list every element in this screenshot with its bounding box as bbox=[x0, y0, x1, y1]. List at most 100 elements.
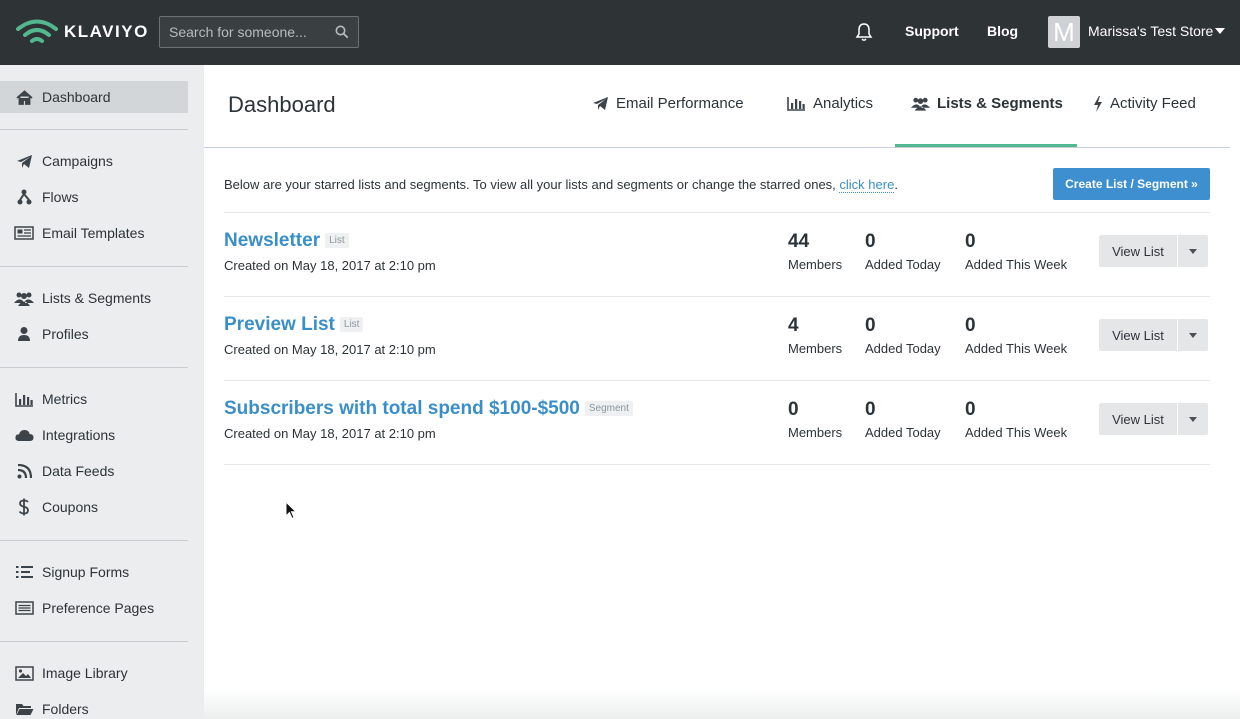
view-list-button[interactable]: View List bbox=[1099, 319, 1177, 351]
members-label: Members bbox=[788, 341, 843, 356]
tab-activity-feed[interactable]: Activity Feed bbox=[1093, 95, 1196, 112]
sidebar-divider bbox=[0, 129, 188, 130]
sidebar-item-label: Image Library bbox=[42, 665, 128, 681]
tab-label: Email Performance bbox=[616, 95, 744, 112]
tab-lists-segments[interactable]: Lists & Segments bbox=[911, 95, 1063, 112]
search-box bbox=[159, 16, 359, 48]
logo-text: KLAVIYO bbox=[64, 22, 149, 41]
sidebar-item-label: Profiles bbox=[42, 326, 89, 342]
list-item: Preview List List Created on May 18, 2017… bbox=[224, 297, 1210, 381]
added-today-count: 0 bbox=[865, 231, 876, 252]
page-title: Dashboard bbox=[228, 92, 336, 117]
blog-link[interactable]: Blog bbox=[987, 23, 1018, 39]
sidebar-item-label: Preference Pages bbox=[42, 600, 155, 616]
added-week-label: Added This Week bbox=[965, 341, 1068, 356]
list-name-text[interactable]: Preview List bbox=[224, 314, 335, 335]
sidebar: Dashboard Campaigns Flows Email Template… bbox=[0, 65, 204, 719]
added-today-stat: 0 Added Today bbox=[865, 399, 941, 440]
bell-icon[interactable] bbox=[855, 22, 873, 42]
added-week-label: Added This Week bbox=[965, 257, 1068, 272]
caret-down-icon bbox=[1189, 248, 1197, 254]
avatar[interactable]: M bbox=[1048, 16, 1080, 48]
intro-text-body: Below are your starred lists and segment… bbox=[224, 177, 840, 192]
sidebar-divider bbox=[0, 266, 188, 267]
sidebar-item-dashboard[interactable]: Dashboard bbox=[0, 81, 188, 113]
sidebar-item-profiles[interactable]: Profiles bbox=[0, 318, 188, 350]
added-today-label: Added Today bbox=[865, 425, 941, 440]
sidebar-divider bbox=[0, 641, 188, 642]
sidebar-item-image-library[interactable]: Image Library bbox=[0, 657, 188, 689]
tab-email-performance[interactable]: Email Performance bbox=[592, 95, 744, 112]
sidebar-item-coupons[interactable]: Coupons bbox=[0, 491, 188, 523]
added-today-stat: 0 Added Today bbox=[865, 231, 941, 272]
sidebar-item-label: Campaigns bbox=[42, 153, 113, 169]
tab-label: Lists & Segments bbox=[937, 95, 1063, 112]
list-name-text[interactable]: Subscribers with total spend $100-$500 bbox=[224, 398, 580, 419]
sidebar-item-lists-segments[interactable]: Lists & Segments bbox=[0, 282, 188, 314]
members-count: 0 bbox=[788, 399, 799, 420]
sidebar-item-preference-pages[interactable]: Preference Pages bbox=[0, 592, 188, 624]
list-name[interactable]: Subscribers with total spend $100-$500 Se… bbox=[224, 398, 633, 420]
klaviyo-logo[interactable]: KLAVIYO bbox=[16, 18, 149, 46]
paper-plane-icon bbox=[593, 97, 608, 110]
members-stat: 0 Members bbox=[788, 399, 842, 440]
caret-down-icon bbox=[1189, 416, 1197, 422]
search-input[interactable] bbox=[160, 24, 330, 40]
view-list-button[interactable]: View List bbox=[1099, 235, 1177, 267]
list-name[interactable]: Preview List List bbox=[224, 314, 364, 336]
sidebar-item-label: Integrations bbox=[42, 427, 116, 443]
sidebar-divider bbox=[0, 540, 188, 541]
view-list-button[interactable]: View List bbox=[1099, 403, 1177, 435]
user-icon bbox=[0, 326, 42, 342]
sidebar-item-folders[interactable]: Folders bbox=[0, 693, 188, 719]
sidebar-item-label: Email Templates bbox=[42, 225, 145, 241]
create-list-segment-button[interactable]: Create List / Segment » bbox=[1053, 168, 1210, 200]
members-count: 44 bbox=[788, 231, 810, 252]
created-date: Created on May 18, 2017 at 2:10 pm bbox=[224, 342, 436, 357]
sidebar-item-label: Lists & Segments bbox=[42, 290, 151, 306]
mouse-cursor-icon bbox=[285, 501, 297, 520]
image-icon bbox=[0, 665, 42, 681]
view-list-dropdown-button[interactable] bbox=[1178, 319, 1208, 351]
paper-plane-icon bbox=[0, 154, 42, 169]
cloud-icon bbox=[0, 429, 42, 442]
added-today-label: Added Today bbox=[865, 257, 941, 272]
search-icon[interactable] bbox=[335, 25, 349, 39]
bar-chart-icon bbox=[0, 392, 42, 407]
members-stat: 44 Members bbox=[788, 231, 842, 272]
sidebar-item-signup-forms[interactable]: Signup Forms bbox=[0, 556, 188, 588]
sidebar-item-label: Signup Forms bbox=[42, 564, 130, 580]
type-badge: List bbox=[325, 233, 349, 248]
sidebar-item-metrics[interactable]: Metrics bbox=[0, 383, 188, 415]
list-name-text[interactable]: Newsletter bbox=[224, 230, 320, 251]
sidebar-item-campaigns[interactable]: Campaigns bbox=[0, 145, 188, 177]
bar-chart-icon bbox=[787, 97, 805, 111]
sidebar-divider bbox=[0, 367, 188, 368]
support-link[interactable]: Support bbox=[905, 23, 959, 39]
sidebar-item-data-feeds[interactable]: Data Feeds bbox=[0, 455, 188, 487]
click-here-link[interactable]: click here bbox=[839, 177, 895, 193]
flow-icon bbox=[0, 189, 42, 205]
added-week-stat: 0 Added This Week bbox=[965, 399, 1067, 440]
added-week-count: 0 bbox=[965, 231, 976, 252]
store-name[interactable]: Marissa's Test Store bbox=[1088, 23, 1213, 39]
intro-text-end: . bbox=[894, 177, 898, 192]
list-name[interactable]: Newsletter List bbox=[224, 230, 349, 252]
sidebar-item-email-templates[interactable]: Email Templates bbox=[0, 217, 188, 249]
newspaper-icon bbox=[0, 226, 42, 240]
row-divider bbox=[224, 464, 1210, 465]
view-list-dropdown-button[interactable] bbox=[1178, 403, 1208, 435]
members-label: Members bbox=[788, 257, 843, 272]
users-icon bbox=[0, 291, 42, 306]
users-icon bbox=[911, 97, 930, 111]
added-today-count: 0 bbox=[865, 315, 876, 336]
added-week-label: Added This Week bbox=[965, 425, 1068, 440]
sidebar-item-label: Metrics bbox=[42, 391, 88, 407]
list-icon bbox=[0, 565, 42, 579]
view-list-dropdown-button[interactable] bbox=[1178, 235, 1208, 267]
sidebar-item-flows[interactable]: Flows bbox=[0, 181, 188, 213]
tab-analytics[interactable]: Analytics bbox=[787, 95, 873, 112]
sidebar-item-integrations[interactable]: Integrations bbox=[0, 419, 188, 451]
chevron-down-icon[interactable] bbox=[1215, 28, 1225, 34]
home-icon bbox=[0, 89, 42, 105]
